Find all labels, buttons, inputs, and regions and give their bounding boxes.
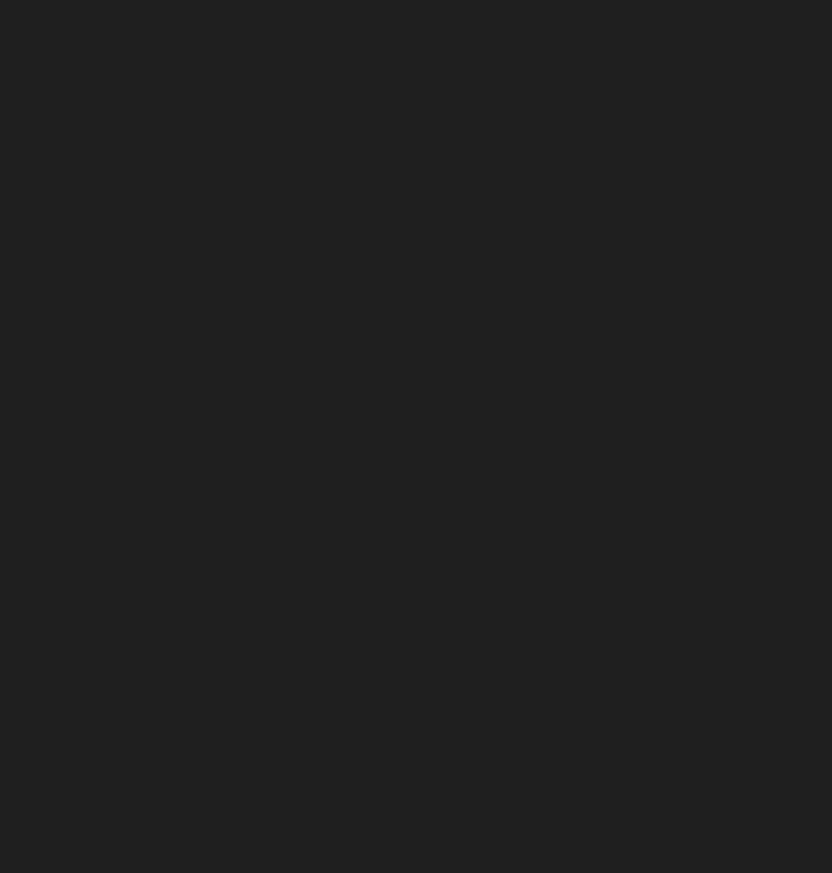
desktop-background — [0, 0, 832, 873]
